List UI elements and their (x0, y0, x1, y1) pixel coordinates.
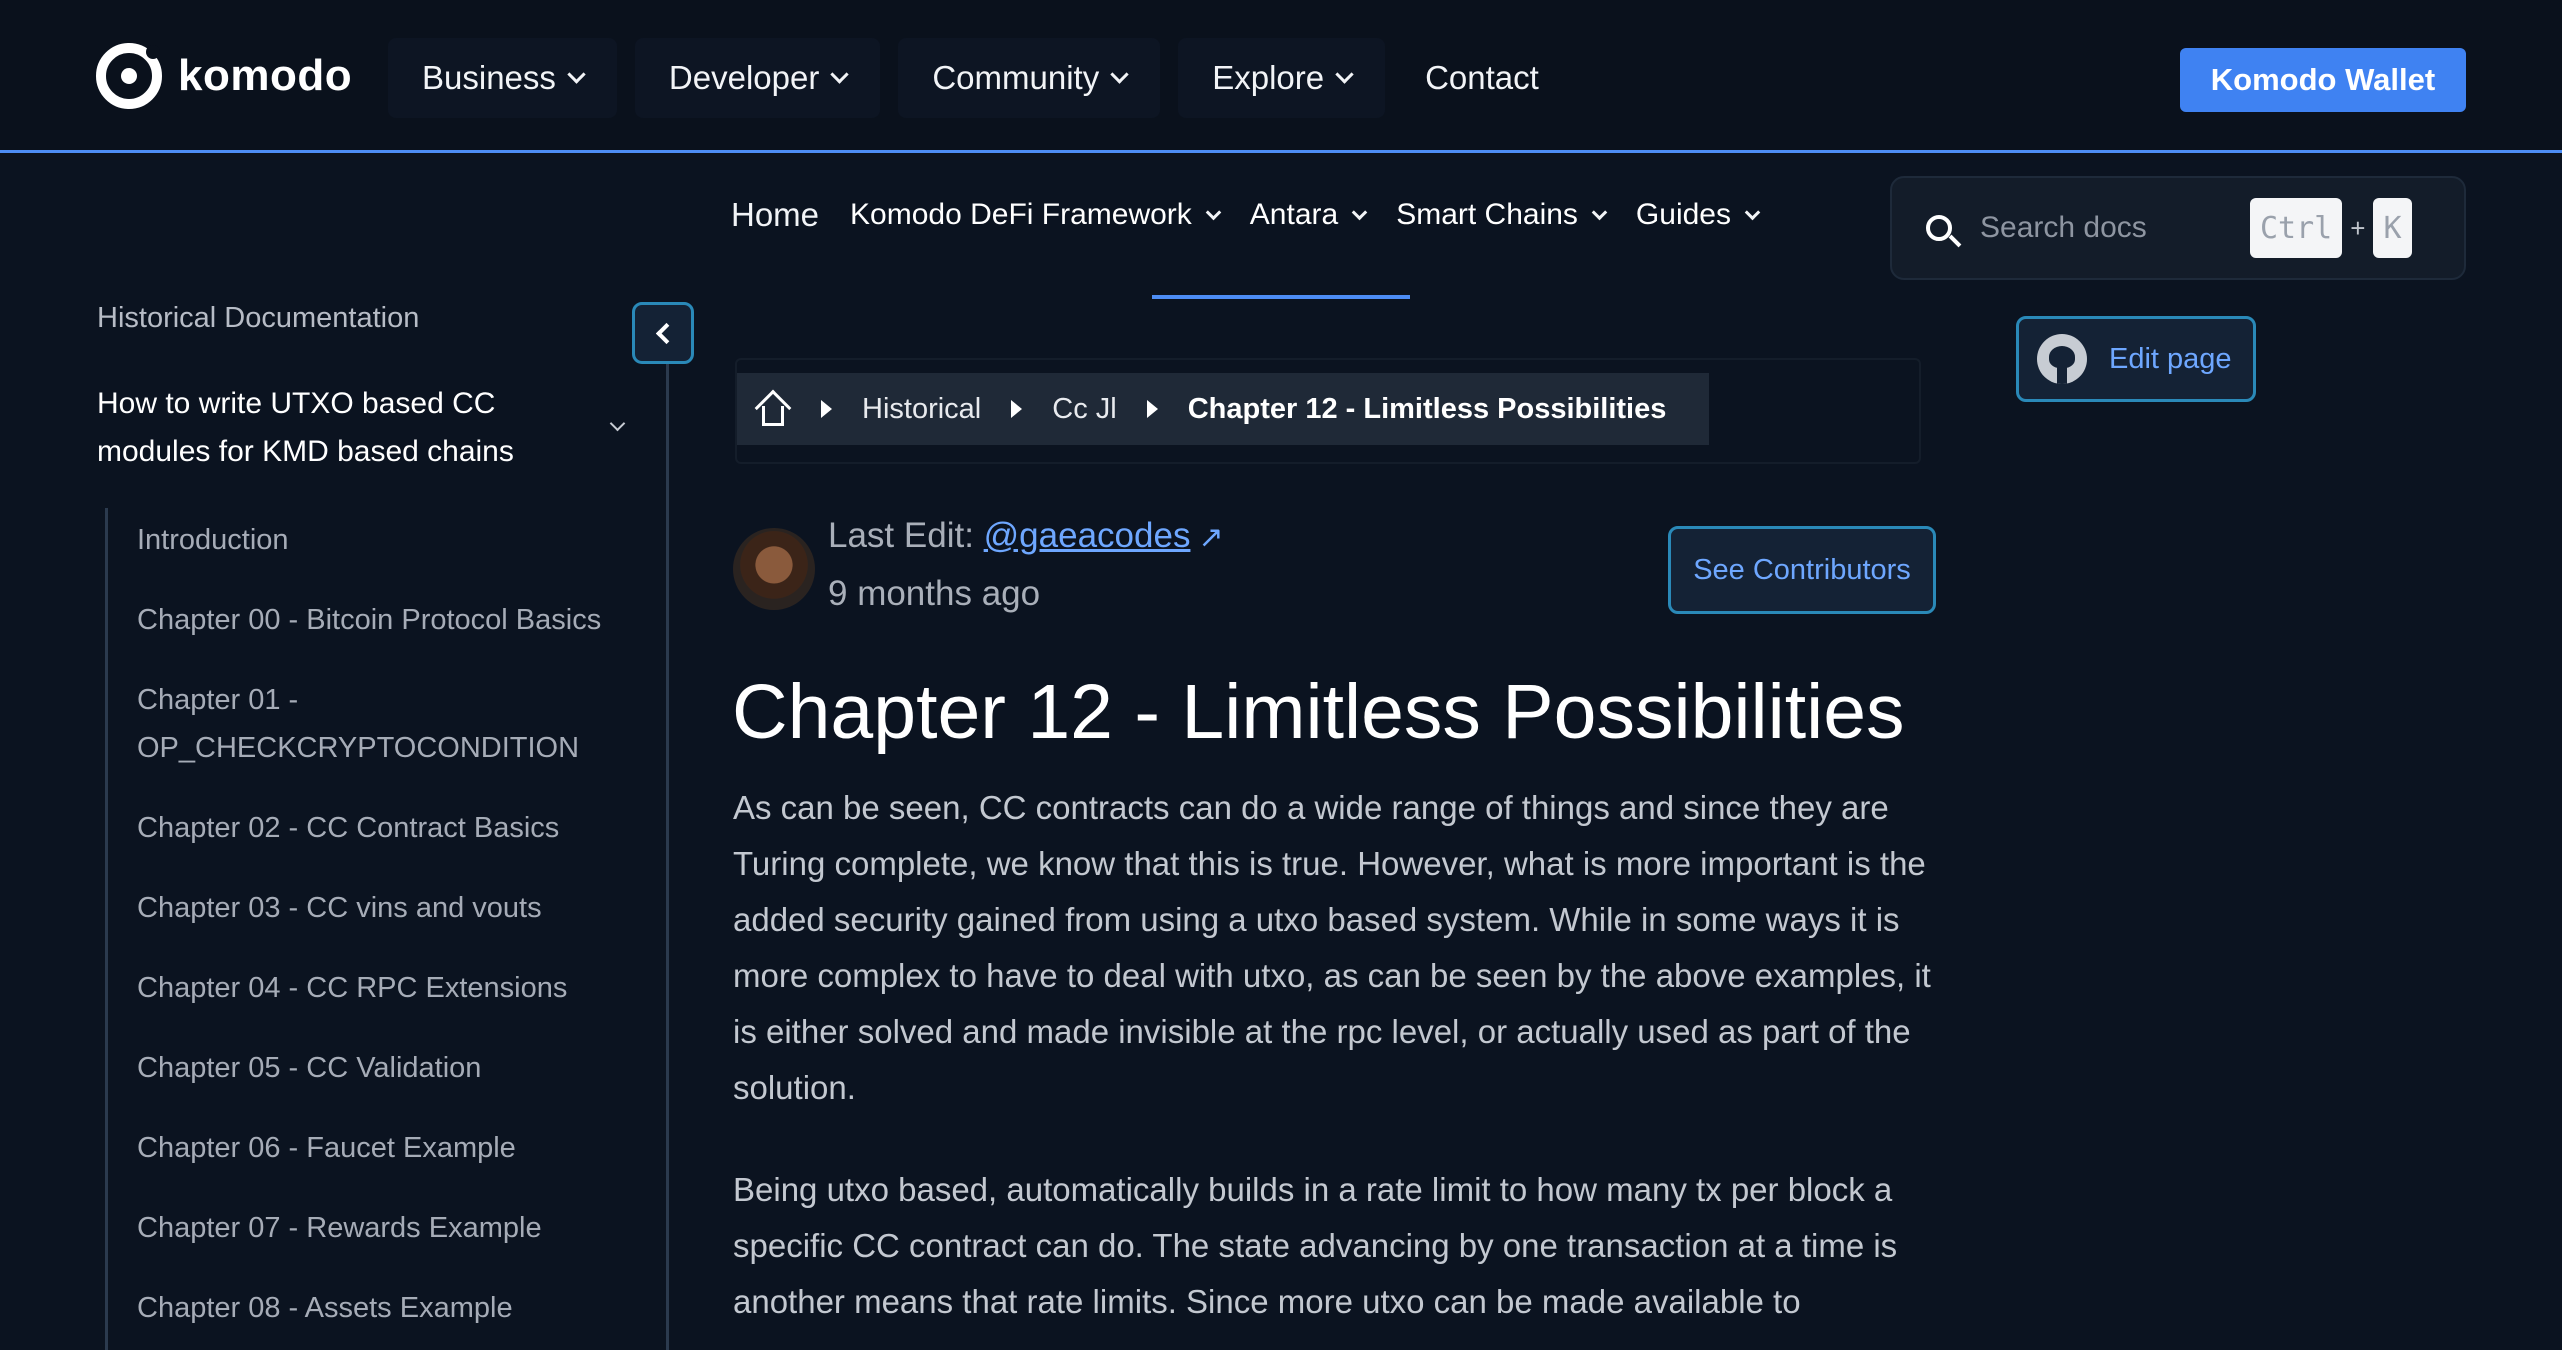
komodo-logo-icon (96, 43, 162, 109)
chevron-down-icon (1335, 64, 1354, 84)
nav-explore-label: Explore (1212, 59, 1325, 96)
last-edit-user-link[interactable]: @gaeacodes (984, 516, 1191, 555)
sidebar-group-title[interactable]: How to write UTXO based CC modules for K… (97, 380, 597, 476)
komodo-wallet-button[interactable]: Komodo Wallet (2180, 48, 2466, 112)
sidebar-chapter-list: Introduction Chapter 00 - Bitcoin Protoc… (137, 508, 637, 1350)
caret-right-icon (821, 400, 832, 418)
docs-nav-antara[interactable]: Antara (1249, 198, 1368, 232)
nav-contact-label: Contact (1425, 59, 1539, 96)
home-icon[interactable] (754, 389, 792, 427)
chevron-down-icon (1591, 204, 1608, 220)
chevron-left-icon (655, 322, 677, 344)
docs-nav-smart-chains-label: Smart Chains (1396, 198, 1578, 231)
breadcrumb-current: Chapter 12 - Limitless Possibilities (1187, 392, 1667, 425)
active-nav-indicator (1152, 295, 1410, 299)
sidebar-item-chapter-05[interactable]: Chapter 05 - CC Validation (137, 1036, 637, 1116)
sidebar-item-chapter-01[interactable]: Chapter 01 - OP_CHECKCRYPTOCONDITION (137, 668, 637, 796)
sidebar-item-introduction[interactable]: Introduction (137, 508, 637, 588)
docs-nav-guides[interactable]: Guides (1635, 198, 1761, 232)
sidebar-item-chapter-07[interactable]: Chapter 07 - Rewards Example (137, 1196, 637, 1276)
chevron-down-icon (1205, 204, 1222, 220)
sidebar-item-chapter-00[interactable]: Chapter 00 - Bitcoin Protocol Basics (137, 588, 637, 668)
nav-community[interactable]: Community (898, 38, 1161, 118)
nav-business-label: Business (422, 59, 556, 96)
shortcut-key-k: K (2373, 198, 2412, 258)
breadcrumb-historical[interactable]: Historical (862, 393, 981, 426)
content-paragraph-2: Being utxo based, automatically builds i… (733, 1171, 1898, 1320)
github-icon (2037, 334, 2087, 384)
nav-developer-label: Developer (668, 59, 820, 96)
last-edit-label: Last Edit: (828, 516, 974, 555)
content-paragraph-1: As can be seen, CC contracts can do a wi… (733, 789, 1931, 1106)
external-link-icon: ↗ (1198, 521, 1224, 554)
last-edit: Last Edit: @gaeacodes ↗ (828, 516, 1224, 556)
main-nav: Business Developer Community Explore Con… (388, 38, 1561, 118)
nav-community-label: Community (932, 59, 1100, 96)
sidebar-divider (666, 364, 669, 1350)
sidebar-item-chapter-04[interactable]: Chapter 04 - CC RPC Extensions (137, 956, 637, 1036)
search-placeholder: Search docs (1980, 211, 2147, 244)
avatar (733, 528, 815, 610)
nav-developer[interactable]: Developer (634, 38, 881, 118)
nav-business[interactable]: Business (388, 38, 617, 118)
docs-nav-defi-framework[interactable]: Komodo DeFi Framework (850, 198, 1222, 232)
docs-nav-home[interactable]: Home (731, 196, 819, 234)
sidebar-title[interactable]: Historical Documentation (97, 302, 419, 335)
breadcrumb: Historical Cc Jl Chapter 12 - Limitless … (737, 373, 1709, 445)
collapse-sidebar-button[interactable] (632, 302, 694, 364)
chevron-down-icon (830, 64, 850, 84)
chevron-down-icon[interactable] (609, 415, 626, 432)
edit-page-label: Edit page (2109, 342, 2232, 375)
logo-text: komodo (178, 51, 353, 100)
chevron-down-icon (1744, 204, 1761, 220)
edit-page-button[interactable]: Edit page (2016, 316, 2256, 402)
komodo-logo[interactable]: komodo (96, 41, 352, 111)
search-docs-input[interactable]: Search docs Ctrl + K (1890, 176, 2466, 280)
nav-explore[interactable]: Explore (1178, 38, 1386, 118)
sidebar-item-chapter-03[interactable]: Chapter 03 - CC vins and vouts (137, 876, 637, 956)
chevron-down-icon (1110, 64, 1129, 84)
breadcrumb-cc-jl[interactable]: Cc Jl (1052, 393, 1116, 426)
caret-right-icon (1146, 400, 1158, 418)
chevron-down-icon (567, 64, 586, 84)
nav-contact[interactable]: Contact (1403, 38, 1561, 118)
docs-nav: Home Komodo DeFi Framework Antara Smart … (731, 196, 1761, 234)
docs-nav-guides-label: Guides (1635, 198, 1731, 231)
sidebar-item-chapter-08[interactable]: Chapter 08 - Assets Example (137, 1276, 637, 1350)
shortcut-plus: + (2350, 212, 2366, 243)
see-contributors-button[interactable]: See Contributors (1668, 526, 1936, 614)
chevron-down-icon (1351, 204, 1368, 220)
page-title: Chapter 12 - Limitless Possibilities (732, 669, 1905, 755)
sidebar-item-chapter-06[interactable]: Chapter 06 - Faucet Example (137, 1116, 637, 1196)
caret-right-icon (1011, 400, 1023, 418)
sidebar-item-chapter-02[interactable]: Chapter 02 - CC Contract Basics (137, 796, 637, 876)
docs-nav-defi-framework-label: Komodo DeFi Framework (850, 198, 1192, 231)
search-icon (1926, 215, 1952, 241)
docs-nav-smart-chains[interactable]: Smart Chains (1396, 198, 1608, 232)
last-edit-time: 9 months ago (828, 574, 1041, 613)
sidebar-subtree-line (105, 508, 108, 1350)
docs-nav-antara-label: Antara (1249, 198, 1339, 231)
shortcut-key-ctrl: Ctrl (2250, 198, 2343, 258)
top-header: komodo Business Developer Community Expl… (0, 0, 2562, 153)
